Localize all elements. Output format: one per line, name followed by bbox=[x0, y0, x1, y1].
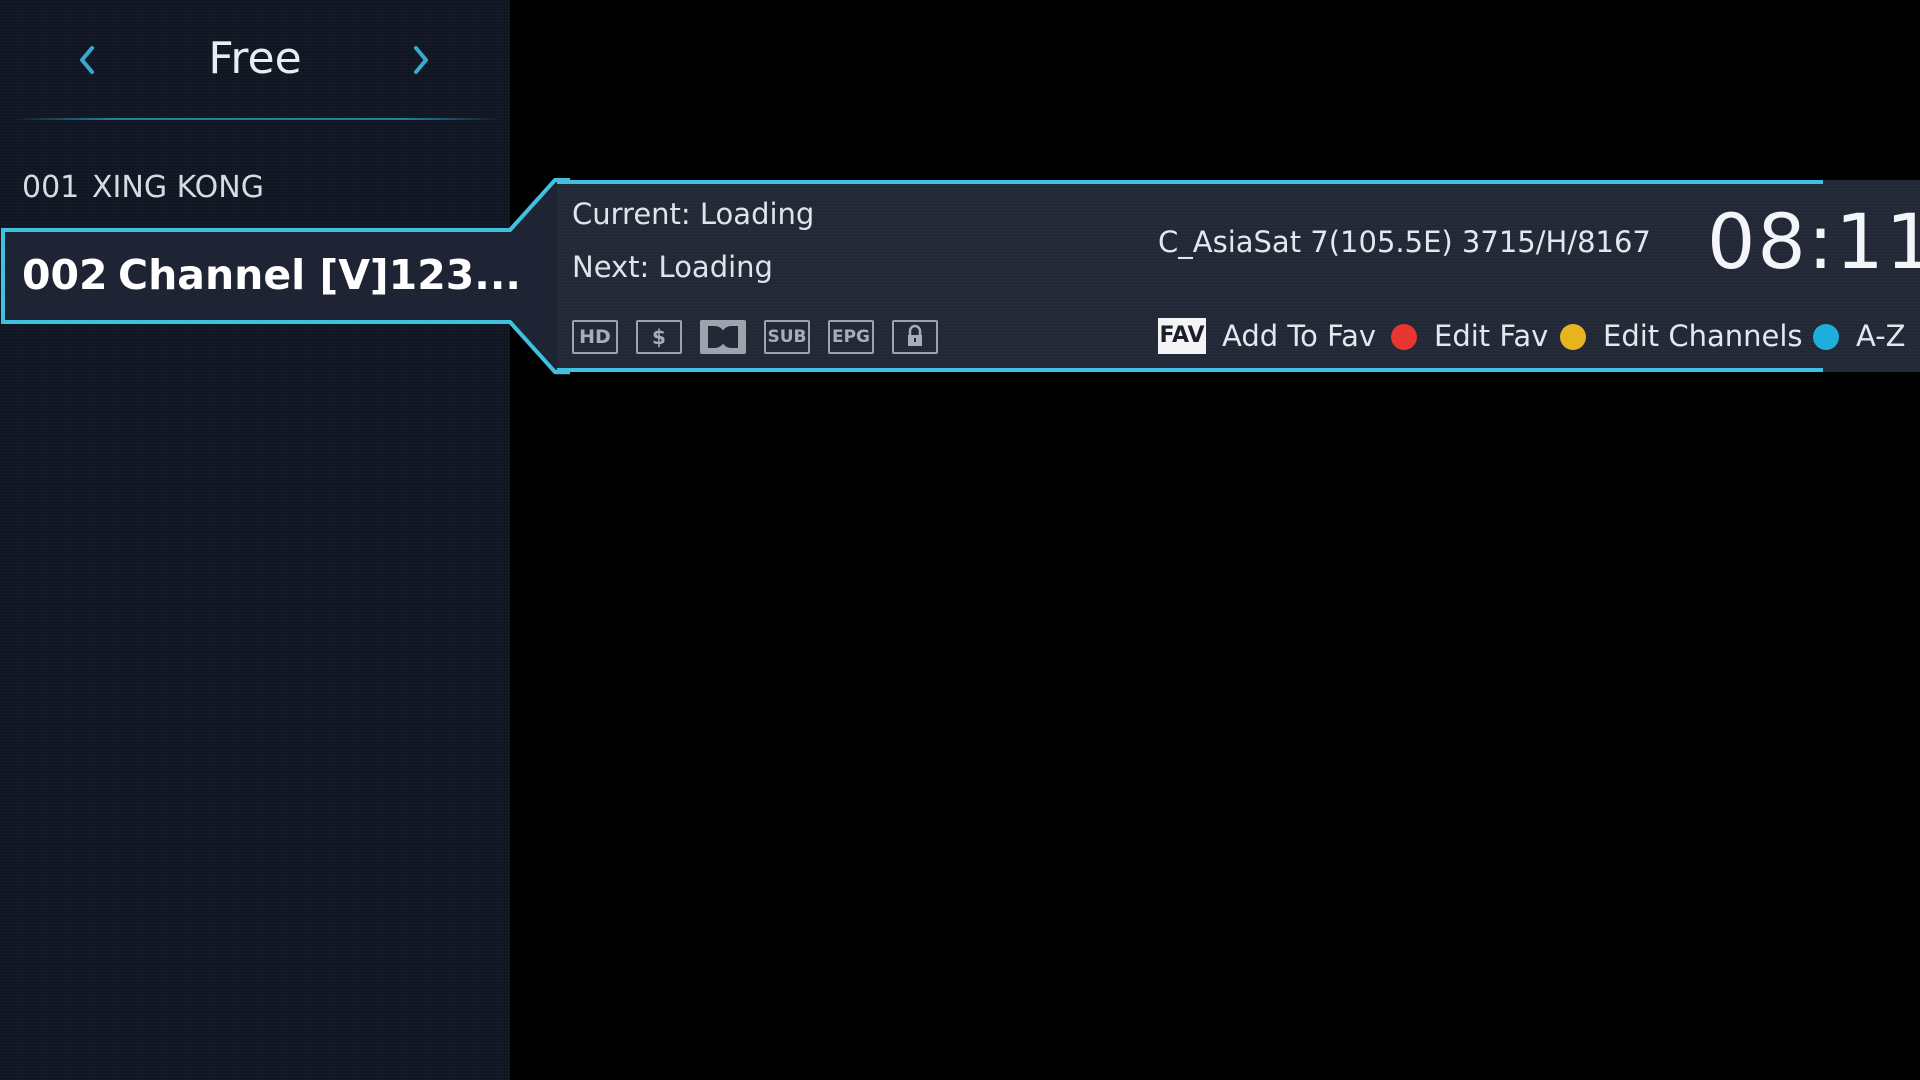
next-program: Next: Loading bbox=[572, 250, 773, 284]
channel-name: Channel [V]123... bbox=[118, 251, 521, 299]
scrambled-badge: $ bbox=[636, 320, 682, 354]
a-z-sort-action[interactable]: A-Z bbox=[1856, 315, 1906, 357]
blue-key-dot bbox=[1813, 324, 1839, 350]
channel-list-sidebar: Free 001 XING KONG bbox=[0, 0, 510, 1080]
add-to-fav-action[interactable]: Add To Fav bbox=[1222, 315, 1376, 357]
channel-info-banner: Current: Loading Next: Loading C_AsiaSat… bbox=[557, 180, 1920, 372]
subtitle-badge: SUB bbox=[764, 320, 810, 354]
fav-key-chip[interactable]: FAV bbox=[1158, 318, 1206, 354]
red-key-dot bbox=[1391, 324, 1417, 350]
header-divider bbox=[12, 118, 502, 120]
clock: 08:11 bbox=[1707, 197, 1920, 286]
dolby-icon bbox=[700, 320, 746, 354]
epg-badge: EPG bbox=[828, 320, 874, 354]
edit-channels-action[interactable]: Edit Channels bbox=[1603, 315, 1803, 357]
satellite-info: C_AsiaSat 7(105.5E) 3715/H/8167 bbox=[1158, 225, 1651, 259]
selected-channel-item[interactable]: 002 Channel [V]123... bbox=[22, 245, 521, 305]
channel-group-header: Free bbox=[0, 0, 510, 120]
edit-fav-action[interactable]: Edit Fav bbox=[1434, 315, 1548, 357]
channel-number: 002 bbox=[22, 251, 108, 299]
chevron-right-icon[interactable] bbox=[402, 42, 438, 78]
hd-badge: HD bbox=[572, 320, 618, 354]
yellow-key-dot bbox=[1560, 324, 1586, 350]
lock-icon bbox=[892, 320, 938, 354]
current-program: Current: Loading bbox=[572, 197, 815, 231]
